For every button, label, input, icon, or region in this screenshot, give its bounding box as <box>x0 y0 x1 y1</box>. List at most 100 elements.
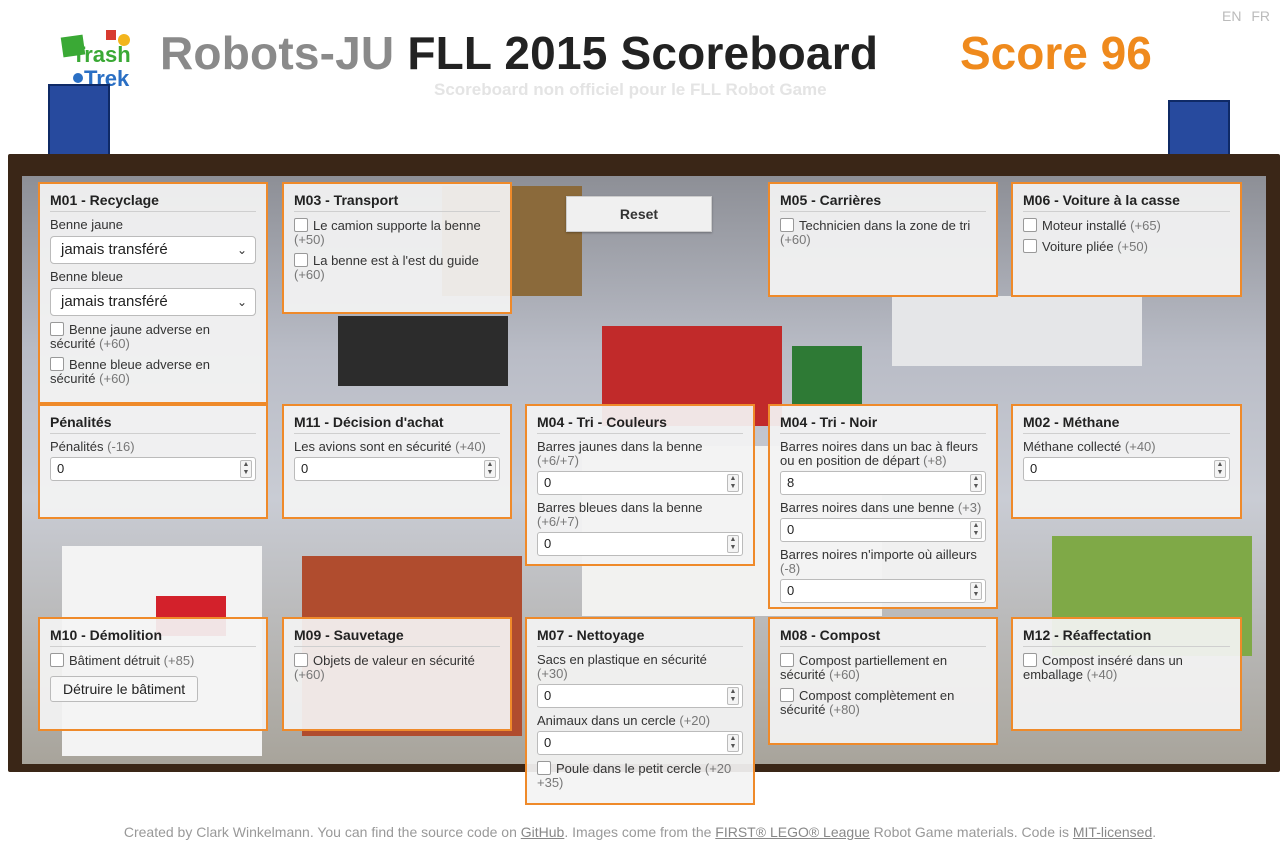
planes-value: 0 <box>301 461 309 476</box>
page-title: Robots-JU FLL 2015 Scoreboard <box>160 26 878 80</box>
mission-m07-panel: M07 - Nettoyage Sacs en plastique en séc… <box>525 617 755 805</box>
penalties-input[interactable]: 0 ▲ ▼ <box>50 457 256 481</box>
folded-option: Voiture pliée (+50) <box>1023 239 1230 254</box>
yellow-bars-input[interactable]: 0 ▲ ▼ <box>537 471 743 495</box>
animals-input[interactable]: 0 ▲ ▼ <box>537 731 743 755</box>
penalties-panel: Pénalités Pénalités (-16) 0 ▲ ▼ <box>38 404 268 519</box>
mission-m03-panel: M03 - Transport Le camion supporte la be… <box>282 182 512 314</box>
mission-m06-title: M06 - Voiture à la casse <box>1023 192 1230 212</box>
title-main: FLL 2015 Scoreboard <box>407 27 879 79</box>
chicken-checkbox[interactable] <box>537 761 551 775</box>
opp-blue-checkbox[interactable] <box>50 357 64 371</box>
black-bin-input[interactable]: 0 ▲ ▼ <box>780 518 986 542</box>
methane-value: 0 <box>1030 461 1038 476</box>
valuables-option: Objets de valeur en sécurité (+60) <box>294 653 500 682</box>
mission-m11-title: M11 - Décision d'achat <box>294 414 500 434</box>
mission-m04-black-title: M04 - Tri - Noir <box>780 414 986 434</box>
planes-input[interactable]: 0 ▲ ▼ <box>294 457 500 481</box>
black-bin-label-row: Barres noires dans une benne (+3) <box>780 501 986 515</box>
repurpose-checkbox[interactable] <box>1023 653 1037 667</box>
building-option: Bâtiment détruit (+85) <box>50 653 256 668</box>
opp-yellow-points: (+60) <box>99 336 130 351</box>
blue-bars-label: Barres bleues dans la benne <box>537 500 703 515</box>
engine-checkbox[interactable] <box>1023 218 1037 232</box>
black-else-input[interactable]: 0 ▲ ▼ <box>780 579 986 603</box>
mission-m04-colors-panel: M04 - Tri - Couleurs Barres jaunes dans … <box>525 404 755 566</box>
yellow-bin-select[interactable]: jamais transféré ⌄ <box>50 236 256 264</box>
opp-yellow-checkbox[interactable] <box>50 322 64 336</box>
tech-label: Technicien dans la zone de tri <box>799 218 971 233</box>
compost-full-checkbox[interactable] <box>780 688 794 702</box>
destroy-building-button[interactable]: Détruire le bâtiment <box>50 676 199 702</box>
fll-link[interactable]: FIRST® LEGO® League <box>715 824 869 840</box>
mission-m08-panel: M08 - Compost Compost partiellement en s… <box>768 617 998 745</box>
folded-label: Voiture pliée <box>1042 239 1114 254</box>
yellow-bars-label-row: Barres jaunes dans la benne (+6/+7) <box>537 440 743 468</box>
east-label: La benne est à l'est du guide <box>313 253 479 268</box>
planes-label: Les avions sont en sécurité <box>294 439 452 454</box>
methane-input[interactable]: 0 ▲ ▼ <box>1023 457 1230 481</box>
spinner-icon[interactable]: ▲ ▼ <box>727 535 739 553</box>
valuables-label: Objets de valeur en sécurité <box>313 653 475 668</box>
mission-m05-title: M05 - Carrières <box>780 192 986 212</box>
spinner-icon[interactable]: ▲ ▼ <box>240 460 252 478</box>
spinner-icon[interactable]: ▲ ▼ <box>970 582 982 600</box>
yellow-bars-label: Barres jaunes dans la benne <box>537 439 703 454</box>
bags-input[interactable]: 0 ▲ ▼ <box>537 684 743 708</box>
spinner-icon[interactable]: ▲ ▼ <box>727 687 739 705</box>
building-label: Bâtiment détruit <box>69 653 161 668</box>
opp-blue-option: Benne bleue adverse en sécurité (+60) <box>50 357 256 386</box>
mission-m10-title: M10 - Démolition <box>50 627 256 647</box>
animals-value: 0 <box>544 735 552 750</box>
spinner-icon[interactable]: ▲ ▼ <box>1214 460 1226 478</box>
building-checkbox[interactable] <box>50 653 64 667</box>
opp-blue-points: (+60) <box>99 371 130 386</box>
black-flower-points: (+8) <box>923 453 947 468</box>
truck-option: Le camion supporte la benne (+50) <box>294 218 500 247</box>
east-checkbox[interactable] <box>294 253 308 267</box>
methane-label-row: Méthane collecté (+40) <box>1023 440 1230 454</box>
reset-button[interactable]: Reset <box>566 196 712 232</box>
black-bin-points: (+3) <box>957 500 982 515</box>
methane-label: Méthane collecté <box>1023 439 1122 454</box>
bags-label: Sacs en plastique en sécurité <box>537 652 707 667</box>
mission-m04-black-panel: M04 - Tri - Noir Barres noires dans un b… <box>768 404 998 609</box>
mission-m02-title: M02 - Méthane <box>1023 414 1230 434</box>
engine-label: Moteur installé <box>1042 218 1127 233</box>
black-else-label-row: Barres noires n'importe où ailleurs (-8) <box>780 548 986 576</box>
spinner-icon[interactable]: ▲ ▼ <box>484 460 496 478</box>
east-option: La benne est à l'est du guide (+60) <box>294 253 500 282</box>
chevron-down-icon: ⌄ <box>236 295 247 309</box>
black-flower-value: 8 <box>787 475 795 490</box>
compost-partial-checkbox[interactable] <box>780 653 794 667</box>
compost-partial-points: (+60) <box>829 667 860 682</box>
github-link[interactable]: GitHub <box>521 824 565 840</box>
blue-bars-label-row: Barres bleues dans la benne (+6/+7) <box>537 501 743 529</box>
penalties-value: 0 <box>57 461 65 476</box>
bags-points: (+30) <box>537 666 568 681</box>
spinner-icon[interactable]: ▲ ▼ <box>727 474 739 492</box>
engine-points: (+65) <box>1130 218 1161 233</box>
blue-bin-select[interactable]: jamais transféré ⌄ <box>50 288 256 316</box>
black-flower-input[interactable]: 8 ▲ ▼ <box>780 471 986 495</box>
engine-option: Moteur installé (+65) <box>1023 218 1230 233</box>
spinner-icon[interactable]: ▲ ▼ <box>970 521 982 539</box>
black-else-points: (-8) <box>780 561 801 576</box>
truck-checkbox[interactable] <box>294 218 308 232</box>
spinner-icon[interactable]: ▲ ▼ <box>727 734 739 752</box>
valuables-checkbox[interactable] <box>294 653 308 667</box>
blue-bars-input[interactable]: 0 ▲ ▼ <box>537 532 743 556</box>
language-switcher: EN FR <box>1216 8 1270 24</box>
folded-checkbox[interactable] <box>1023 239 1037 253</box>
lang-en-link[interactable]: EN <box>1222 8 1241 24</box>
tech-checkbox[interactable] <box>780 218 794 232</box>
compost-full-label: Compost complètement en sécurité <box>780 688 955 717</box>
repurpose-points: (+40) <box>1086 667 1118 682</box>
spinner-icon[interactable]: ▲ ▼ <box>970 474 982 492</box>
lang-fr-link[interactable]: FR <box>1251 8 1270 24</box>
opp-blue-label: Benne bleue adverse en sécurité <box>50 357 210 386</box>
logo-text-trash: Trash <box>72 42 131 67</box>
footer-text-2: . Images come from the <box>564 824 716 840</box>
mission-m06-panel: M06 - Voiture à la casse Moteur installé… <box>1011 182 1242 297</box>
mit-license-link[interactable]: MIT-licensed <box>1073 824 1152 840</box>
